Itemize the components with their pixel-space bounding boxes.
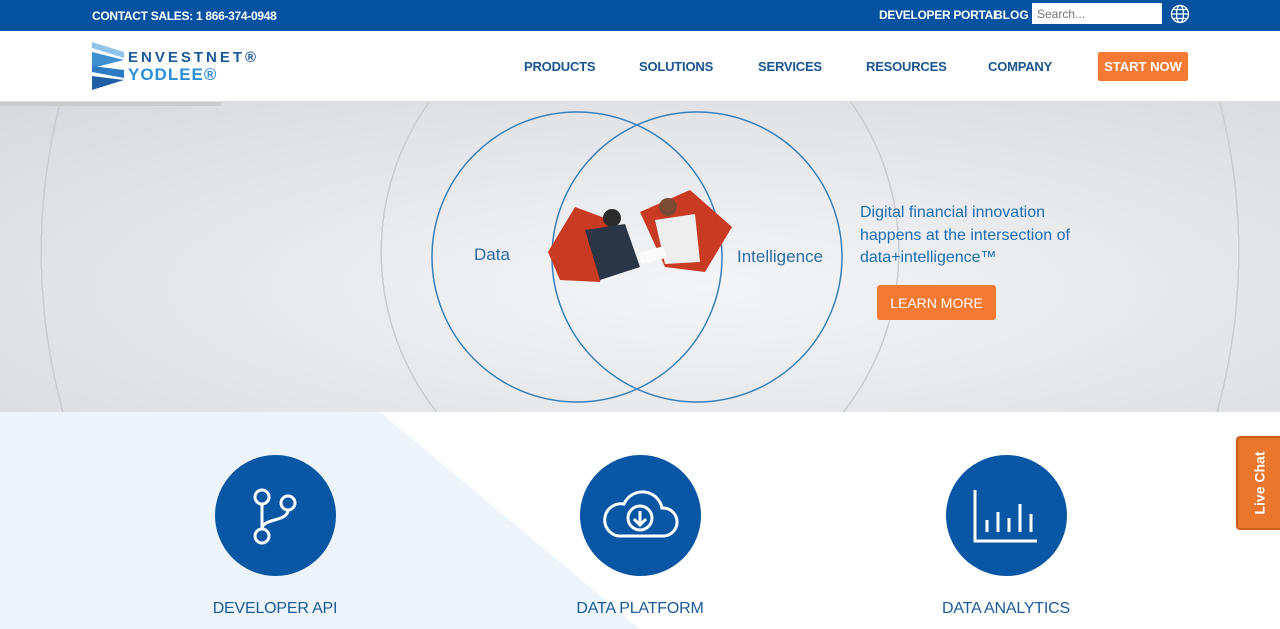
feature-title: DEVELOPER API [212, 600, 338, 617]
hero-banner: Data Intelligence Digital financial inno… [0, 102, 1280, 412]
divider [0, 102, 221, 106]
feature-developer-api[interactable]: DEVELOPER API [155, 455, 395, 618]
git-branch-icon [253, 488, 297, 544]
logo-line1: ENVESTNET® [128, 49, 260, 66]
feature-title: DATA PLATFORM [576, 600, 704, 617]
features-section: DEVELOPER API DATA PLATFORM DATA ANALYTI… [0, 412, 1280, 629]
intelligence-label: Intelligence [737, 247, 824, 266]
envestnet-yodlee-logo[interactable]: ENVESTNET® YODLEE® [92, 42, 256, 95]
people-on-chairs-image [548, 190, 732, 282]
globe-icon[interactable] [1170, 4, 1190, 27]
top-utility-bar: CONTACT SALES: 1 866-374-0948 DEVELOPER … [0, 0, 1280, 31]
feature-data-platform[interactable]: DATA PLATFORM [520, 455, 760, 618]
nav-resources[interactable]: RESOURCES [866, 59, 947, 74]
start-now-button[interactable]: START NOW [1098, 52, 1188, 81]
feature-data-analytics[interactable]: DATA ANALYTICS [886, 455, 1126, 618]
live-chat-button[interactable]: Live Chat [1236, 436, 1280, 530]
main-nav: ENVESTNET® YODLEE® PRODUCTS SOLUTIONS SE… [0, 31, 1280, 102]
logo-mark-icon [92, 42, 124, 90]
nav-company[interactable]: COMPANY [988, 59, 1052, 74]
nav-solutions[interactable]: SOLUTIONS [639, 59, 713, 74]
bar-chart-icon [973, 489, 1037, 542]
feature-title: DATA ANALYTICS [942, 600, 1070, 617]
nav-services[interactable]: SERVICES [758, 59, 822, 74]
developer-portal-link[interactable]: DEVELOPER PORTAL [879, 8, 1000, 22]
hero-tagline: Digital financial innovation happens at … [860, 204, 1070, 266]
data-label: Data [474, 245, 510, 264]
nav-products[interactable]: PRODUCTS [524, 59, 596, 74]
contact-sales[interactable]: CONTACT SALES: 1 866-374-0948 [92, 9, 277, 23]
search-input[interactable] [1032, 3, 1162, 24]
cloud-download-icon [603, 489, 679, 537]
blog-link[interactable]: BLOG [994, 8, 1029, 22]
logo-line2: YODLEE® [128, 65, 218, 84]
learn-more-button[interactable]: LEARN MORE [877, 285, 996, 320]
live-chat-label: Live Chat [1251, 451, 1268, 515]
